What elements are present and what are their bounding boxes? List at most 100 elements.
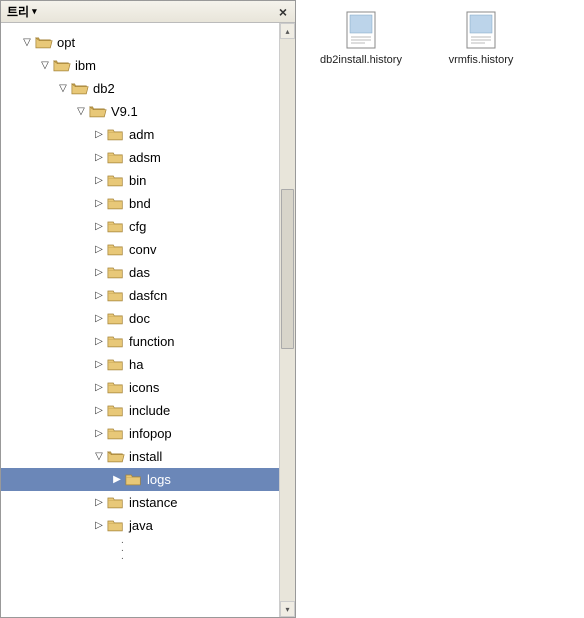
tree-node-bnd[interactable]: ▷ bnd	[1, 192, 279, 215]
close-button[interactable]: ×	[277, 5, 289, 19]
scroll-thumb[interactable]	[281, 189, 294, 349]
tree-node-ibm[interactable]: ▽ ibm	[1, 54, 279, 77]
tree-node-label: bnd	[129, 196, 151, 211]
tree-node-opt[interactable]: ▽ opt	[1, 31, 279, 54]
folder-icon	[107, 311, 125, 326]
expander-icon[interactable]: ▷	[93, 428, 105, 439]
expander-icon[interactable]: ▷	[93, 152, 105, 163]
file-icon	[463, 10, 499, 50]
tree-node-label: opt	[57, 35, 75, 50]
tree-panel: 트리 ▾ × ▽opt▽ibm▽db2▽V9.1▷adm▷adsm▷bin▷bn…	[0, 0, 296, 618]
tree-node-adsm[interactable]: ▷adsm	[1, 146, 279, 169]
tree-node-label: bin	[129, 173, 146, 188]
tree-node-label: das	[129, 265, 150, 280]
tree-node-label: doc	[129, 311, 150, 326]
tree-node-V9-1[interactable]: ▽ V9.1	[1, 100, 279, 123]
folder-icon	[107, 357, 125, 372]
expander-icon[interactable]: ▷	[93, 359, 105, 370]
tree-node-logs[interactable]: ▶ logs	[1, 468, 279, 491]
tree-node-label: include	[129, 403, 170, 418]
tree-node-cfg[interactable]: ▷ cfg	[1, 215, 279, 238]
folder-icon	[107, 288, 125, 303]
tree-node-label: V9.1	[111, 104, 138, 119]
file-label: db2install.history	[320, 54, 402, 66]
scroll-up-icon[interactable]: ▴	[280, 23, 295, 39]
folder-icon	[107, 380, 125, 395]
tree-node-label: function	[129, 334, 175, 349]
expander-icon[interactable]: ▷	[93, 382, 105, 393]
folder-open-icon	[107, 449, 125, 464]
file-icon	[343, 10, 379, 50]
tree-node-das[interactable]: ▷ das	[1, 261, 279, 284]
folder-icon	[107, 426, 125, 441]
tree-node-label: conv	[129, 242, 156, 257]
file-item[interactable]: vrmfis.history	[436, 10, 526, 66]
folder-icon	[125, 472, 143, 487]
tree-node-icons[interactable]: ▷ icons	[1, 376, 279, 399]
expander-icon[interactable]: ▷	[93, 405, 105, 416]
expander-icon[interactable]: ▷	[93, 520, 105, 531]
expander-icon[interactable]: ▽	[57, 83, 69, 94]
tree-node-instance[interactable]: ▷ instance	[1, 491, 279, 514]
expander-icon[interactable]: ▷	[93, 290, 105, 301]
folder-icon	[107, 219, 125, 234]
folder-open-icon	[89, 104, 107, 119]
expander-icon[interactable]: ▽	[21, 37, 33, 48]
folder-icon	[107, 265, 125, 280]
tree-node-label: cfg	[129, 219, 146, 234]
folder-open-icon	[53, 58, 71, 73]
tree-node-db2[interactable]: ▽ db2	[1, 77, 279, 100]
expander-icon[interactable]: ▷	[93, 497, 105, 508]
tree-node-adm[interactable]: ▷ adm	[1, 123, 279, 146]
content-panel: db2install.history vrmfis.history	[296, 0, 584, 618]
folder-icon	[107, 403, 125, 418]
expander-icon[interactable]: ▶	[111, 474, 123, 485]
tree-node-label: ibm	[75, 58, 96, 73]
tree-node-label: db2	[93, 81, 115, 96]
tree-node-install[interactable]: ▽ install	[1, 445, 279, 468]
tree-node-label: logs	[147, 472, 171, 487]
expander-icon[interactable]: ▷	[93, 267, 105, 278]
expander-icon[interactable]: ▷	[93, 175, 105, 186]
scroll-track[interactable]	[280, 39, 295, 601]
expander-icon[interactable]: ▷	[93, 221, 105, 232]
tree-node-conv[interactable]: ▷ conv	[1, 238, 279, 261]
tree-node-label: install	[129, 449, 162, 464]
folder-icon	[107, 495, 125, 510]
expander-icon[interactable]: ▷	[93, 198, 105, 209]
folder-icon	[107, 150, 125, 165]
tree-node-function[interactable]: ▷ function	[1, 330, 279, 353]
tree-title-label: 트리	[7, 3, 29, 20]
folder-icon	[107, 518, 125, 533]
folder-icon	[107, 127, 125, 142]
dropdown-arrow-icon: ▾	[32, 6, 37, 17]
tree-node-label: adm	[129, 127, 154, 142]
tree-node-ha[interactable]: ▷ha	[1, 353, 279, 376]
expander-icon[interactable]: ▽	[39, 60, 51, 71]
file-label: vrmfis.history	[449, 54, 514, 66]
folder-icon	[107, 242, 125, 257]
folder-open-icon	[35, 35, 53, 50]
folder-icon	[107, 334, 125, 349]
scroll-down-icon[interactable]: ▾	[280, 601, 295, 617]
tree-node-label: icons	[129, 380, 159, 395]
scrollbar[interactable]: ▴ ▾	[279, 23, 295, 617]
tree-node-label: dasfcn	[129, 288, 167, 303]
tree-node-dasfcn[interactable]: ▷ dasfcn	[1, 284, 279, 307]
tree-node-java[interactable]: ▷ java	[1, 514, 279, 537]
file-item[interactable]: db2install.history	[316, 10, 406, 66]
tree-node-infopop[interactable]: ▷infopop	[1, 422, 279, 445]
expander-icon[interactable]: ▷	[93, 336, 105, 347]
tree-node-label: java	[129, 518, 153, 533]
tree-title[interactable]: 트리 ▾	[7, 3, 37, 20]
tree-body: ▽opt▽ibm▽db2▽V9.1▷adm▷adsm▷bin▷bnd▷cfg▷c…	[1, 23, 295, 617]
expander-icon[interactable]: ▷	[93, 313, 105, 324]
tree-node-doc[interactable]: ▷ doc	[1, 307, 279, 330]
tree-node-label: instance	[129, 495, 177, 510]
tree-node-include[interactable]: ▷ include	[1, 399, 279, 422]
expander-icon[interactable]: ▽	[75, 106, 87, 117]
expander-icon[interactable]: ▽	[93, 451, 105, 462]
expander-icon[interactable]: ▷	[93, 244, 105, 255]
expander-icon[interactable]: ▷	[93, 129, 105, 140]
tree-node-bin[interactable]: ▷ bin	[1, 169, 279, 192]
